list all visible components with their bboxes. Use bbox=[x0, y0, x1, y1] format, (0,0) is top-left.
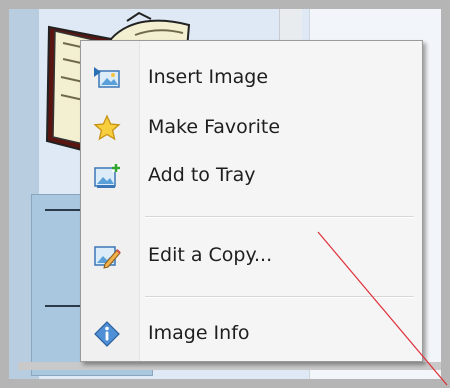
star-icon bbox=[93, 114, 121, 142]
menu-item-label: Add to Tray bbox=[148, 164, 256, 186]
context-menu: Insert Image Make Favorite Add to Tray E… bbox=[80, 40, 423, 362]
info-icon bbox=[93, 320, 121, 348]
menu-item-label: Insert Image bbox=[148, 66, 269, 88]
menu-item-make-favorite[interactable]: Make Favorite bbox=[83, 107, 420, 147]
menu-item-label: Make Favorite bbox=[148, 116, 281, 138]
insert-image-icon bbox=[93, 64, 121, 92]
menu-item-label: Image Info bbox=[148, 322, 250, 344]
menu-item-add-to-tray[interactable]: Add to Tray bbox=[83, 155, 420, 195]
add-to-tray-icon bbox=[93, 162, 121, 190]
menu-item-insert-image[interactable]: Insert Image bbox=[83, 57, 420, 97]
menu-item-edit-a-copy[interactable]: Edit a Copy... bbox=[83, 235, 420, 275]
background-bottom-bar bbox=[18, 362, 441, 370]
menu-separator bbox=[145, 296, 414, 298]
menu-item-label: Edit a Copy... bbox=[148, 244, 273, 266]
edit-copy-icon bbox=[93, 242, 121, 270]
menu-item-image-info[interactable]: Image Info bbox=[83, 313, 420, 353]
menu-separator bbox=[145, 216, 414, 218]
